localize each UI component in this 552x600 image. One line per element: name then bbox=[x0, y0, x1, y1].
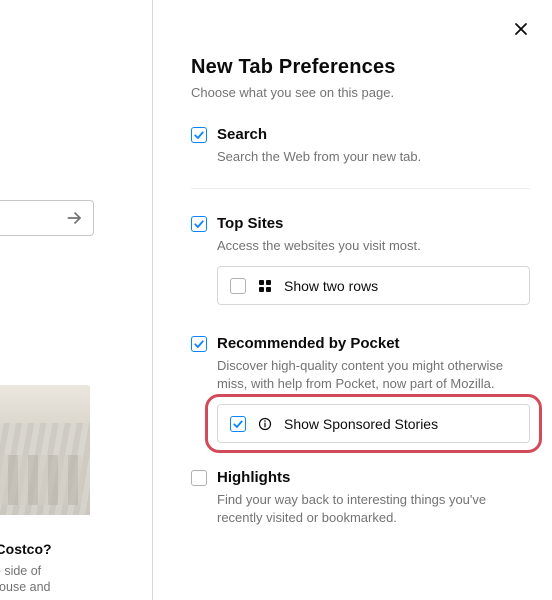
section-search: Search Search the Web from your new tab. bbox=[191, 126, 530, 166]
newtab-background: ill Costco? one side of 's house and bbox=[0, 0, 152, 600]
article-description: one side of 's house and bbox=[0, 563, 90, 597]
section-highlights: Highlights Find your way back to interes… bbox=[191, 469, 530, 526]
pocket-sponsored-label: Show Sponsored Stories bbox=[284, 416, 438, 432]
panel-subtitle: Choose what you see on this page. bbox=[191, 85, 530, 100]
highlights-title: Highlights bbox=[217, 469, 530, 487]
section-divider bbox=[191, 188, 530, 189]
close-icon bbox=[514, 22, 528, 36]
search-desc: Search the Web from your new tab. bbox=[217, 148, 530, 166]
article-title: ill Costco? bbox=[0, 541, 90, 559]
article-thumbnail[interactable] bbox=[0, 385, 90, 515]
pocket-checkbox[interactable] bbox=[191, 336, 207, 352]
panel-title: New Tab Preferences bbox=[191, 0, 530, 79]
highlights-desc: Find your way back to interesting things… bbox=[217, 491, 530, 526]
search-bar[interactable] bbox=[0, 200, 94, 236]
topsites-tworows-label: Show two rows bbox=[284, 278, 378, 294]
grid-icon bbox=[258, 279, 272, 293]
pocket-title: Recommended by Pocket bbox=[217, 335, 530, 353]
search-title: Search bbox=[217, 126, 530, 144]
topsites-title: Top Sites bbox=[217, 215, 530, 233]
topsites-checkbox[interactable] bbox=[191, 216, 207, 232]
pocket-sponsored-option[interactable]: Show Sponsored Stories bbox=[217, 404, 530, 443]
article-card-text[interactable]: ill Costco? one side of 's house and bbox=[0, 541, 90, 596]
close-button[interactable] bbox=[510, 18, 532, 40]
preferences-panel: New Tab Preferences Choose what you see … bbox=[153, 0, 552, 600]
arrow-right-icon bbox=[65, 208, 85, 228]
search-checkbox[interactable] bbox=[191, 127, 207, 143]
topsites-tworows-option[interactable]: Show two rows bbox=[217, 266, 530, 305]
topsites-tworows-checkbox[interactable] bbox=[230, 278, 246, 294]
topsites-desc: Access the websites you visit most. bbox=[217, 237, 530, 255]
pocket-sponsored-checkbox[interactable] bbox=[230, 416, 246, 432]
info-icon bbox=[258, 417, 272, 431]
section-topsites: Top Sites Access the websites you visit … bbox=[191, 215, 530, 306]
pocket-desc: Discover high-quality content you might … bbox=[217, 357, 530, 392]
section-pocket: Recommended by Pocket Discover high-qual… bbox=[191, 335, 530, 443]
highlights-checkbox[interactable] bbox=[191, 470, 207, 486]
